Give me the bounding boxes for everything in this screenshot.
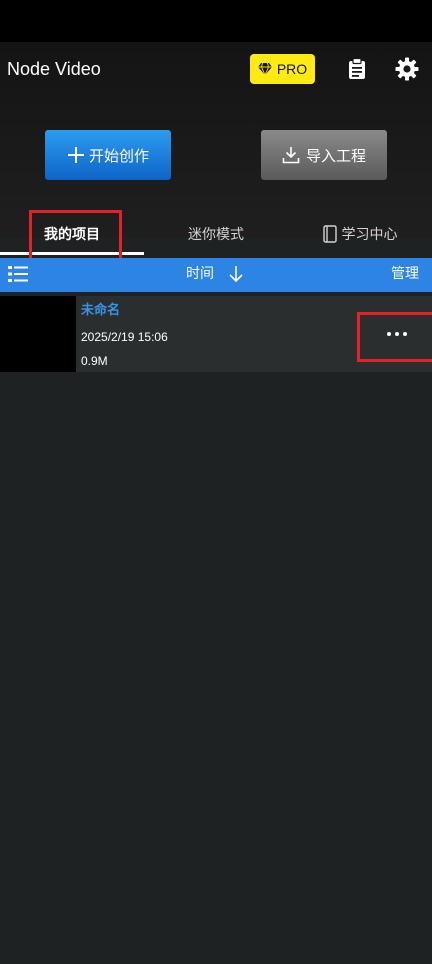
tab-learning-center[interactable]: 学习中心: [288, 212, 432, 256]
pro-label: PRO: [276, 61, 308, 77]
pro-button[interactable]: PRO: [250, 54, 315, 84]
gear-icon: [395, 57, 419, 81]
tab-mini-mode-label: 迷你模式: [188, 227, 244, 243]
start-create-label: 开始创作: [88, 146, 149, 165]
tab-mini-mode[interactable]: 迷你模式: [144, 212, 288, 256]
sort-bar: [0, 258, 432, 292]
settings-button[interactable]: [393, 55, 421, 83]
start-create-button[interactable]: 开始创作: [45, 130, 171, 180]
clipboard-icon: [349, 58, 365, 79]
plus-icon: [67, 147, 84, 163]
book-icon: [322, 225, 337, 243]
list-icon[interactable]: [8, 265, 28, 283]
project-thumbnail[interactable]: [0, 296, 76, 372]
import-project-label: 导入工程: [305, 146, 366, 165]
download-icon: [282, 147, 300, 164]
manage-button[interactable]: 管理: [391, 264, 419, 284]
arrow-down-icon[interactable]: [228, 265, 244, 283]
clipboard-button[interactable]: [344, 56, 370, 82]
status-bar: [0, 0, 432, 42]
app-title: Node Video: [7, 59, 101, 79]
import-project-button[interactable]: 导入工程: [261, 130, 387, 180]
diamond-icon: [257, 63, 272, 75]
project-size: 0.9M: [81, 354, 108, 368]
sort-by-time-button[interactable]: 时间: [186, 264, 214, 284]
tab-learning-center-label: 学习中心: [341, 227, 398, 243]
project-name: 未命名: [81, 303, 121, 318]
highlight-box: [357, 312, 432, 362]
project-date: 2025/2/19 15:06: [81, 330, 168, 344]
highlight-box: [29, 210, 122, 262]
